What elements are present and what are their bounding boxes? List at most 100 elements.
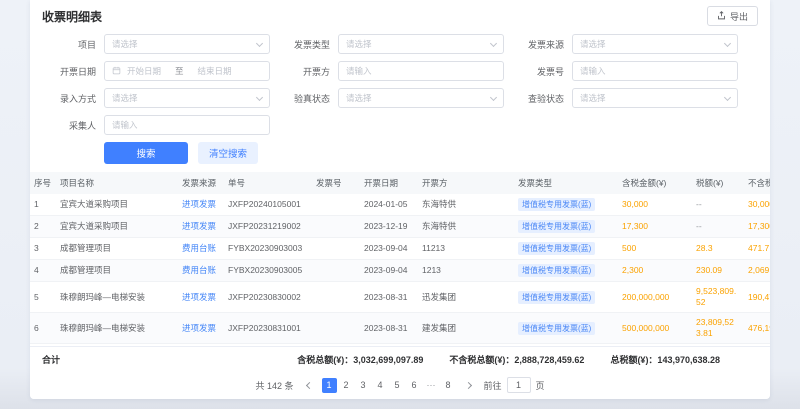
row-index: 1 — [30, 194, 56, 216]
filter-label-verify-status: 验真状态 — [276, 92, 330, 105]
invoice-source-select[interactable]: 请选择 — [572, 34, 738, 54]
cell-invoice-no — [312, 216, 360, 238]
cell-invoice-no — [312, 260, 360, 282]
entry-method-select[interactable]: 请选择 — [104, 88, 270, 108]
cell-invoice-source-link[interactable]: 进项发票 — [178, 282, 224, 313]
table-row: 5珠穆朗玛峰—电梯安装进项发票JXFP202308300022023-08-31… — [30, 282, 770, 313]
cell-invoice-no — [312, 238, 360, 260]
cell-invoice-type: 增值税专用发票(蓝) — [514, 282, 618, 313]
filter-row-4: 采集人 — [42, 115, 758, 135]
page-button[interactable]: 4 — [373, 378, 388, 393]
cell-invoice-type: 增值税专用发票(蓝) — [514, 194, 618, 216]
cell-invoice-date: 2023-08-31 — [360, 313, 418, 344]
column-header: 开票日期 — [360, 172, 418, 194]
cell-amount-excl-tax: 471.7 — [744, 238, 770, 260]
filter-row-1: 项目 请选择 发票类型 请选择 发票来源 请选择 — [42, 34, 758, 54]
cell-order-no: FYBX20230903003 — [224, 238, 312, 260]
summary-total-label: 合计 — [42, 353, 60, 366]
summary-values: 含税总额(¥)：3,032,699,097.89 不含税总额(¥)：2,888,7… — [297, 353, 758, 366]
date-end-placeholder: 结束日期 — [198, 65, 232, 77]
invoice-type-badge: 增值税专用发票(蓝) — [518, 220, 595, 233]
filter-label-invoice-source: 发票来源 — [510, 38, 564, 51]
cell-order-no: JXFP20230831001 — [224, 313, 312, 344]
table-body: 1宜宾大道采购项目进项发票JXFP202401050012024-01-05东海… — [30, 194, 770, 346]
calendar-icon — [112, 66, 121, 77]
cell-invoice-source-link[interactable]: 费用台账 — [178, 238, 224, 260]
cell-tax: -- — [692, 216, 744, 238]
table-row: 3成都管理项目费用台账FYBX202309030032023-09-041121… — [30, 238, 770, 260]
row-index: 2 — [30, 216, 56, 238]
cell-amount-excl-tax: 190,476,190.48 — [744, 282, 770, 313]
date-start-placeholder: 开始日期 — [127, 65, 161, 77]
cell-order-no: JXFP20230830002 — [224, 282, 312, 313]
cell-project-name: 成都管理项目 — [56, 238, 178, 260]
verify-status-select[interactable]: 请选择 — [338, 88, 504, 108]
date-range-separator: 至 — [175, 65, 184, 77]
column-header: 发票来源 — [178, 172, 224, 194]
row-index: 5 — [30, 282, 56, 313]
column-header: 序号 — [30, 172, 56, 194]
filter-actions: 搜索 清空搜索 — [104, 142, 758, 164]
page-button[interactable]: 6 — [407, 378, 422, 393]
cell-invoice-no — [312, 194, 360, 216]
cell-issuer: 1213 — [418, 260, 514, 282]
chevron-down-icon — [256, 39, 263, 46]
cell-invoice-source-link[interactable]: 进项发票 — [178, 313, 224, 344]
filter-row-2: 开票日期 开始日期 至 结束日期 开票方 发票号 — [42, 61, 758, 81]
summary-bar: 合计 含税总额(¥)：3,032,699,097.89 不含税总额(¥)：2,88… — [30, 346, 770, 371]
project-select-placeholder: 请选择 — [112, 38, 138, 50]
goto-page: 前往 1 页 — [484, 377, 545, 393]
page-button[interactable]: 1 — [322, 378, 337, 393]
cell-invoice-type: 增值税专用发票(蓝) — [514, 313, 618, 344]
cell-tax: 9,523,809.52 — [692, 282, 744, 313]
page-button[interactable]: 5 — [390, 378, 405, 393]
cell-invoice-source-link[interactable]: 进项发票 — [178, 194, 224, 216]
cell-invoice-source-link[interactable]: 费用台账 — [178, 260, 224, 282]
pagination-bar: 共 142 条 123456···8 前往 1 页 — [30, 371, 770, 399]
chevron-down-icon — [256, 93, 263, 100]
cell-invoice-no — [312, 313, 360, 344]
cell-issuer: 11213 — [418, 238, 514, 260]
summary-item: 含税总额(¥)：3,032,699,097.89 — [297, 353, 423, 366]
chevron-down-icon — [490, 93, 497, 100]
search-button[interactable]: 搜索 — [104, 142, 188, 164]
filter-label-project: 项目 — [42, 38, 96, 51]
pagination-pages: 123456···8 — [321, 378, 457, 393]
column-header: 含税金额(¥) — [618, 172, 692, 194]
page-button[interactable]: 8 — [441, 378, 456, 393]
filter-label-check-status: 查验状态 — [510, 92, 564, 105]
cell-invoice-source-link[interactable]: 进项发票 — [178, 216, 224, 238]
clear-search-button[interactable]: 清空搜索 — [198, 142, 258, 164]
filter-label-issuer: 开票方 — [276, 65, 330, 78]
invoice-detail-card: 收票明细表 导出 项目 请选择 发票类型 请选择 — [30, 0, 770, 399]
entry-method-select-placeholder: 请选择 — [112, 92, 138, 104]
summary-item: 总税额(¥)：143,970,638.28 — [610, 353, 720, 366]
cell-amount-incl-tax: 500,000,000 — [618, 313, 692, 344]
column-header: 单号 — [224, 172, 312, 194]
project-select[interactable]: 请选择 — [104, 34, 270, 54]
cell-project-name: 宜宾大道采购项目 — [56, 194, 178, 216]
export-button-label: 导出 — [730, 10, 748, 23]
invoice-type-select[interactable]: 请选择 — [338, 34, 504, 54]
summary-item: 不含税总额(¥)：2,888,728,459.62 — [449, 353, 584, 366]
collector-input[interactable] — [104, 115, 270, 135]
goto-page-input[interactable]: 1 — [507, 377, 531, 393]
invoice-type-select-placeholder: 请选择 — [346, 38, 372, 50]
invoice-date-range-picker[interactable]: 开始日期 至 结束日期 — [104, 61, 270, 81]
next-page-button[interactable] — [464, 381, 471, 388]
cell-order-no: JXFP20231219002 — [224, 216, 312, 238]
cell-issuer: 东海特供 — [418, 194, 514, 216]
export-button[interactable]: 导出 — [707, 6, 758, 26]
page-button[interactable]: 2 — [339, 378, 354, 393]
page-title: 收票明细表 — [42, 8, 102, 25]
issuer-input[interactable] — [338, 61, 504, 81]
cell-amount-excl-tax: 17,300 — [744, 216, 770, 238]
invoice-no-input[interactable] — [572, 61, 738, 81]
page-button[interactable]: 3 — [356, 378, 371, 393]
cell-invoice-type: 增值税专用发票(蓝) — [514, 260, 618, 282]
check-status-select[interactable]: 请选择 — [572, 88, 738, 108]
prev-page-button[interactable] — [305, 381, 312, 388]
table-row: 1宜宾大道采购项目进项发票JXFP202401050012024-01-05东海… — [30, 194, 770, 216]
cell-tax: 28.3 — [692, 238, 744, 260]
cell-project-name: 珠穆朗玛峰—电梯安装 — [56, 313, 178, 344]
